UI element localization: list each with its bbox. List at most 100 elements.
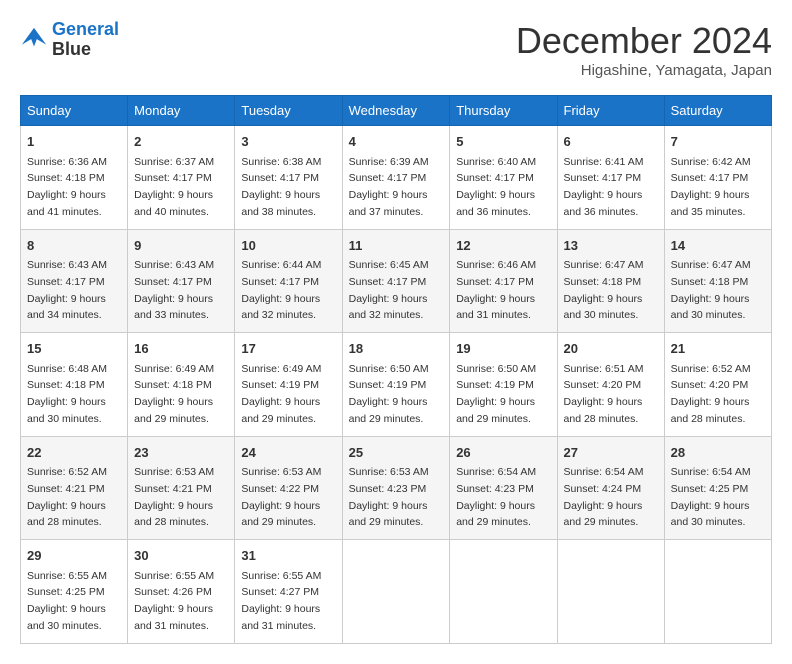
calendar-cell (664, 540, 771, 644)
weekday-header-wednesday: Wednesday (342, 96, 450, 126)
day-number: 17 (241, 339, 335, 359)
day-info: Sunrise: 6:48 AMSunset: 4:18 PMDaylight:… (27, 363, 107, 425)
calendar-week-row: 15 Sunrise: 6:48 AMSunset: 4:18 PMDayligh… (21, 333, 772, 437)
day-info: Sunrise: 6:47 AMSunset: 4:18 PMDaylight:… (671, 259, 751, 321)
day-number: 13 (564, 236, 658, 256)
calendar-cell: 21Sunrise: 6:52 AMSunset: 4:20 PMDayligh… (664, 333, 771, 437)
calendar-cell: 27 Sunrise: 6:54 AMSunset: 4:24 PMDayligh… (557, 436, 664, 540)
day-info: Sunrise: 6:47 AMSunset: 4:18 PMDaylight:… (564, 259, 644, 321)
calendar-cell: 25Sunrise: 6:53 AMSunset: 4:23 PMDayligh… (342, 436, 450, 540)
weekday-header-saturday: Saturday (664, 96, 771, 126)
calendar-cell: 22Sunrise: 6:52 AMSunset: 4:21 PMDayligh… (21, 436, 128, 540)
day-number: 11 (349, 236, 444, 256)
day-number: 24 (241, 443, 335, 463)
calendar-week-row: 1 Sunrise: 6:36 AMSunset: 4:18 PMDaylight… (21, 126, 772, 230)
day-number: 31 (241, 546, 335, 566)
day-number: 9 (134, 236, 228, 256)
calendar-cell: 11 Sunrise: 6:45 AMSunset: 4:17 PMDayligh… (342, 229, 450, 333)
day-number: 27 (564, 443, 658, 463)
weekday-header-friday: Friday (557, 96, 664, 126)
location-subtitle: Higashine, Yamagata, Japan (516, 62, 772, 79)
day-info: Sunrise: 6:54 AMSunset: 4:24 PMDaylight:… (564, 466, 644, 528)
calendar-cell: 19 Sunrise: 6:50 AMSunset: 4:19 PMDayligh… (450, 333, 557, 437)
day-info: Sunrise: 6:52 AMSunset: 4:21 PMDaylight:… (27, 466, 107, 528)
month-title: December 2024 (516, 20, 772, 62)
calendar-cell: 28 Sunrise: 6:54 AMSunset: 4:25 PMDayligh… (664, 436, 771, 540)
calendar-cell (450, 540, 557, 644)
day-info: Sunrise: 6:52 AMSunset: 4:20 PMDaylight:… (671, 363, 751, 425)
day-number: 28 (671, 443, 765, 463)
calendar-cell: 7 Sunrise: 6:42 AMSunset: 4:17 PMDaylight… (664, 126, 771, 230)
calendar-cell: 15 Sunrise: 6:48 AMSunset: 4:18 PMDayligh… (21, 333, 128, 437)
calendar-cell: 5Sunrise: 6:40 AMSunset: 4:17 PMDaylight… (450, 126, 557, 230)
calendar-cell: 31 Sunrise: 6:55 AMSunset: 4:27 PMDayligh… (235, 540, 342, 644)
day-info: Sunrise: 6:54 AMSunset: 4:23 PMDaylight:… (456, 466, 536, 528)
day-info: Sunrise: 6:49 AMSunset: 4:19 PMDaylight:… (241, 363, 321, 425)
calendar-cell: 29 Sunrise: 6:55 AMSunset: 4:25 PMDayligh… (21, 540, 128, 644)
day-number: 14 (671, 236, 765, 256)
day-number: 30 (134, 546, 228, 566)
day-number: 1 (27, 132, 121, 152)
day-info: Sunrise: 6:53 AMSunset: 4:21 PMDaylight:… (134, 466, 214, 528)
day-info: Sunrise: 6:55 AMSunset: 4:25 PMDaylight:… (27, 570, 107, 632)
day-info: Sunrise: 6:38 AMSunset: 4:17 PMDaylight:… (241, 156, 321, 218)
calendar-cell: 14 Sunrise: 6:47 AMSunset: 4:18 PMDayligh… (664, 229, 771, 333)
title-block: December 2024 Higashine, Yamagata, Japan (516, 20, 772, 79)
calendar-cell: 2Sunrise: 6:37 AMSunset: 4:17 PMDaylight… (128, 126, 235, 230)
calendar-cell: 30 Sunrise: 6:55 AMSunset: 4:26 PMDayligh… (128, 540, 235, 644)
day-number: 18 (349, 339, 444, 359)
day-info: Sunrise: 6:53 AMSunset: 4:22 PMDaylight:… (241, 466, 321, 528)
day-info: Sunrise: 6:55 AMSunset: 4:27 PMDaylight:… (241, 570, 321, 632)
day-number: 8 (27, 236, 121, 256)
day-info: Sunrise: 6:50 AMSunset: 4:19 PMDaylight:… (349, 363, 429, 425)
logo-icon (20, 26, 48, 54)
day-info: Sunrise: 6:36 AMSunset: 4:18 PMDaylight:… (27, 156, 107, 218)
weekday-header-sunday: Sunday (21, 96, 128, 126)
day-info: Sunrise: 6:55 AMSunset: 4:26 PMDaylight:… (134, 570, 214, 632)
day-number: 12 (456, 236, 550, 256)
day-info: Sunrise: 6:50 AMSunset: 4:19 PMDaylight:… (456, 363, 536, 425)
calendar-cell: 24 Sunrise: 6:53 AMSunset: 4:22 PMDayligh… (235, 436, 342, 540)
weekday-header-tuesday: Tuesday (235, 96, 342, 126)
day-info: Sunrise: 6:51 AMSunset: 4:20 PMDaylight:… (564, 363, 644, 425)
day-number: 2 (134, 132, 228, 152)
calendar-cell: 3 Sunrise: 6:38 AMSunset: 4:17 PMDaylight… (235, 126, 342, 230)
day-number: 3 (241, 132, 335, 152)
day-info: Sunrise: 6:41 AMSunset: 4:17 PMDaylight:… (564, 156, 644, 218)
calendar-header-row: SundayMondayTuesdayWednesdayThursdayFrid… (21, 96, 772, 126)
calendar-cell: 18 Sunrise: 6:50 AMSunset: 4:19 PMDayligh… (342, 333, 450, 437)
day-number: 15 (27, 339, 121, 359)
calendar-table: SundayMondayTuesdayWednesdayThursdayFrid… (20, 95, 772, 644)
calendar-cell (342, 540, 450, 644)
calendar-cell: 12 Sunrise: 6:46 AMSunset: 4:17 PMDayligh… (450, 229, 557, 333)
day-number: 29 (27, 546, 121, 566)
day-number: 20 (564, 339, 658, 359)
day-info: Sunrise: 6:42 AMSunset: 4:17 PMDaylight:… (671, 156, 751, 218)
day-info: Sunrise: 6:43 AMSunset: 4:17 PMDaylight:… (27, 259, 107, 321)
calendar-week-row: 29 Sunrise: 6:55 AMSunset: 4:25 PMDayligh… (21, 540, 772, 644)
day-info: Sunrise: 6:46 AMSunset: 4:17 PMDaylight:… (456, 259, 536, 321)
day-info: Sunrise: 6:40 AMSunset: 4:17 PMDaylight:… (456, 156, 536, 218)
day-info: Sunrise: 6:54 AMSunset: 4:25 PMDaylight:… (671, 466, 751, 528)
calendar-cell: 13 Sunrise: 6:47 AMSunset: 4:18 PMDayligh… (557, 229, 664, 333)
day-number: 23 (134, 443, 228, 463)
weekday-header-monday: Monday (128, 96, 235, 126)
calendar-body: 1 Sunrise: 6:36 AMSunset: 4:18 PMDaylight… (21, 126, 772, 644)
calendar-cell: 26Sunrise: 6:54 AMSunset: 4:23 PMDayligh… (450, 436, 557, 540)
weekday-header-thursday: Thursday (450, 96, 557, 126)
day-number: 7 (671, 132, 765, 152)
calendar-cell (557, 540, 664, 644)
day-info: Sunrise: 6:53 AMSunset: 4:23 PMDaylight:… (349, 466, 429, 528)
day-number: 10 (241, 236, 335, 256)
calendar-cell: 1 Sunrise: 6:36 AMSunset: 4:18 PMDaylight… (21, 126, 128, 230)
day-number: 4 (349, 132, 444, 152)
logo: General Blue (20, 20, 119, 60)
day-number: 19 (456, 339, 550, 359)
logo-text: General Blue (52, 20, 119, 60)
day-info: Sunrise: 6:49 AMSunset: 4:18 PMDaylight:… (134, 363, 214, 425)
day-number: 16 (134, 339, 228, 359)
calendar-cell: 8 Sunrise: 6:43 AMSunset: 4:17 PMDaylight… (21, 229, 128, 333)
page-header: General Blue December 2024 Higashine, Ya… (20, 20, 772, 79)
day-info: Sunrise: 6:43 AMSunset: 4:17 PMDaylight:… (134, 259, 214, 321)
day-info: Sunrise: 6:45 AMSunset: 4:17 PMDaylight:… (349, 259, 429, 321)
